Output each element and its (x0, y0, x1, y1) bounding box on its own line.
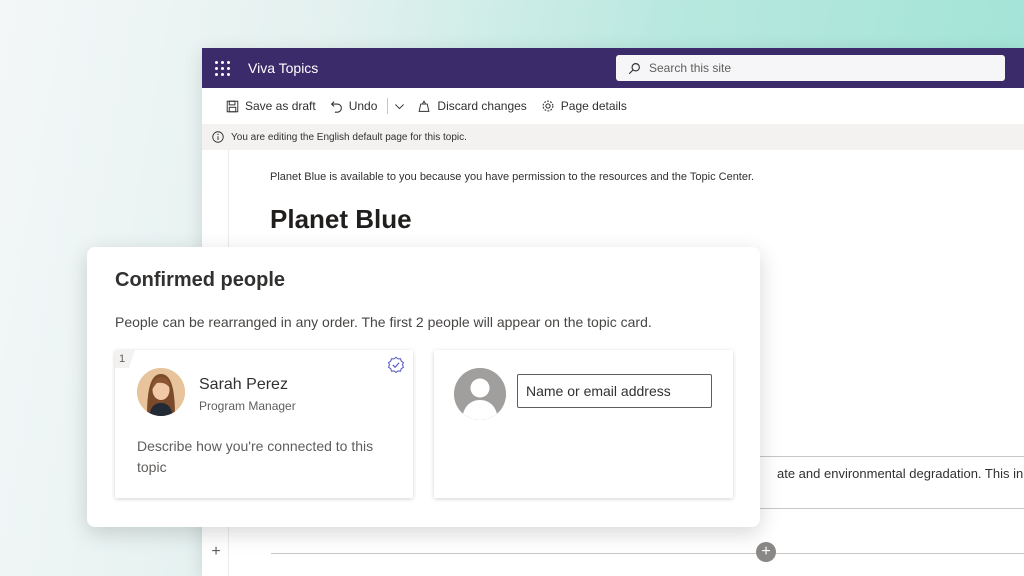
panel-title: Confirmed people (115, 269, 286, 291)
search-input[interactable] (649, 61, 989, 75)
command-separator (387, 98, 389, 114)
save-draft-button[interactable]: Save as draft (226, 99, 316, 113)
discard-changes-button[interactable]: Discard changes (417, 99, 527, 113)
undo-label: Undo (348, 99, 378, 113)
info-bar: You are editing the English default page… (202, 124, 1024, 150)
undo-button[interactable]: Undo (330, 99, 378, 113)
save-icon (226, 100, 239, 113)
avatar (137, 368, 185, 416)
section-divider-bottom (749, 508, 1024, 509)
discard-changes-label: Discard changes (437, 99, 527, 113)
discard-icon (417, 99, 431, 113)
person-card[interactable]: 1 Sarah Perez Program Manager Describe h… (115, 350, 413, 498)
save-draft-label: Save as draft (245, 99, 316, 113)
person-name: Sarah Perez (199, 376, 288, 393)
plus-icon: + (761, 543, 771, 560)
order-badge: 1 (115, 350, 135, 368)
person-job-title: Program Manager (199, 399, 296, 413)
search-box[interactable] (616, 55, 1005, 81)
app-title[interactable]: Viva Topics (248, 60, 318, 76)
section-divider-top (749, 456, 1024, 457)
page-details-label: Page details (560, 99, 627, 113)
permission-text: Planet Blue is available to you because … (270, 171, 755, 183)
add-section-button[interactable]: + (756, 542, 776, 562)
connection-description[interactable]: Describe how you're connected to this to… (137, 436, 397, 478)
gear-icon (541, 99, 555, 113)
add-person-card (434, 350, 733, 498)
plus-icon[interactable]: + (206, 542, 226, 562)
suite-bar: Viva Topics (202, 48, 1024, 88)
search-icon (628, 62, 641, 75)
chevron-down-icon[interactable] (394, 101, 405, 112)
undo-icon (330, 100, 343, 113)
page-details-button[interactable]: Page details (541, 99, 627, 113)
confirmed-people-panel: Confirmed people People can be rearrange… (87, 247, 760, 527)
add-section-line (271, 553, 1024, 554)
verified-check-icon[interactable] (387, 356, 405, 374)
info-message: You are editing the English default page… (231, 131, 467, 143)
info-icon (212, 131, 224, 143)
avatar (454, 368, 506, 420)
page-title[interactable]: Planet Blue (270, 204, 412, 235)
panel-description: People can be rearranged in any order. T… (115, 314, 652, 330)
body-text-snippet: ate and environmental degradation. This … (777, 466, 1024, 481)
name-or-email-input[interactable] (517, 374, 712, 408)
waffle-icon[interactable] (202, 48, 242, 88)
command-bar: Save as draft Undo Discard changes Page … (202, 88, 1024, 124)
